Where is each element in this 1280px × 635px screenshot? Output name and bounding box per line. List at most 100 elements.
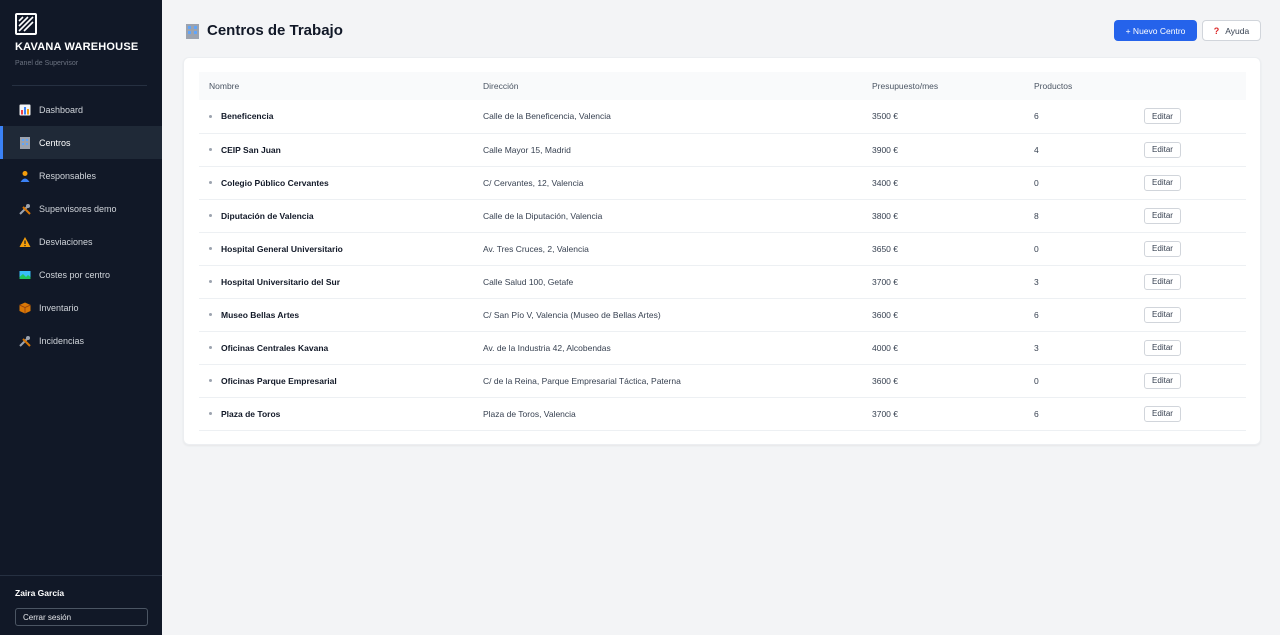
center-name: Oficinas Centrales Kavana <box>221 342 329 353</box>
center-actions-cell: Editar <box>1144 364 1246 397</box>
sidebar-item-centros[interactable]: Centros <box>0 126 162 159</box>
office-building-icon <box>18 136 31 149</box>
center-name-cell: Hospital Universitario del Sur <box>199 265 483 298</box>
center-name-wrap: Hospital Universitario del Sur <box>209 277 483 287</box>
center-name-cell: Plaza de Toros <box>199 397 483 430</box>
center-products: 8 <box>1034 210 1039 221</box>
table-row: Diputación de Valencia Calle de la Diputa… <box>199 199 1246 232</box>
center-name-cell: CEIP San Juan <box>199 133 483 166</box>
edit-center-button[interactable]: Editar <box>1144 339 1181 356</box>
sidebar-item-label: Dashboard <box>39 104 84 115</box>
sidebar-item-label: Inventario <box>39 302 79 313</box>
map-icon <box>18 268 31 281</box>
page-title: Centros de Trabajo <box>207 22 343 39</box>
edit-center-button[interactable]: Editar <box>1144 306 1181 323</box>
center-name-wrap: Plaza de Toros <box>209 409 483 419</box>
edit-center-button[interactable]: Editar <box>1144 405 1181 422</box>
center-actions-cell: Editar <box>1144 199 1246 232</box>
sidebar-item-desviaciones[interactable]: Desviaciones <box>0 225 162 258</box>
center-name: Oficinas Parque Empresarial <box>221 375 337 386</box>
center-name-cell: Diputación de Valencia <box>199 199 483 232</box>
bullet-icon <box>209 181 212 184</box>
sidebar: KAVANA WAREHOUSE Panel de Supervisor Das… <box>0 0 162 635</box>
bullet-icon <box>209 412 212 415</box>
center-address: C/ Cervantes, 12, Valencia <box>483 177 584 188</box>
edit-center-button[interactable]: Editar <box>1144 141 1181 158</box>
center-products: 6 <box>1034 309 1039 320</box>
bullet-icon <box>209 148 212 151</box>
center-budget: 3900 € <box>872 144 898 155</box>
center-products: 4 <box>1034 144 1039 155</box>
center-address: Av. de la Industria 42, Alcobendas <box>483 342 611 353</box>
bullet-icon <box>209 247 212 250</box>
warning-icon <box>18 235 31 248</box>
sidebar-item-costes-por-centro[interactable]: Costes por centro <box>0 258 162 291</box>
center-actions-cell: Editar <box>1144 166 1246 199</box>
bullet-icon <box>209 280 212 283</box>
sidebar-item-responsables[interactable]: Responsables <box>0 159 162 192</box>
center-address: Plaza de Toros, Valencia <box>483 408 576 419</box>
center-name-wrap: Colegio Público Cervantes <box>209 178 483 188</box>
table-header-row: Nombre Dirección Presupuesto/mes Product… <box>199 72 1246 100</box>
center-name-cell: Oficinas Parque Empresarial <box>199 364 483 397</box>
edit-center-button[interactable]: Editar <box>1144 372 1181 389</box>
center-products: 6 <box>1034 408 1039 419</box>
center-budget: 3500 € <box>872 111 898 122</box>
sidebar-item-label: Supervisores demo <box>39 203 117 214</box>
sidebar-item-incidencias[interactable]: Incidencias <box>0 324 162 357</box>
help-button-label: Ayuda <box>1225 25 1250 36</box>
question-mark-icon: ? <box>1213 25 1220 36</box>
center-budget: 3700 € <box>872 408 898 419</box>
edit-center-button[interactable]: Editar <box>1144 108 1181 125</box>
table-row: Beneficencia Calle de la Beneficencia, Va… <box>199 100 1246 133</box>
tools-icon <box>18 202 31 215</box>
sidebar-footer-divider <box>0 575 162 576</box>
center-address: Calle de la Diputación, Valencia <box>483 210 603 221</box>
edit-center-button[interactable]: Editar <box>1144 240 1181 257</box>
sidebar-item-inventario[interactable]: Inventario <box>0 291 162 324</box>
bar-chart-icon <box>18 103 31 116</box>
center-address: C/ San Pío V, Valencia (Museo de Bellas … <box>483 309 661 320</box>
center-address: Calle de la Beneficencia, Valencia <box>483 111 611 122</box>
table-row: Colegio Público Cervantes C/ Cervantes, 1… <box>199 166 1246 199</box>
center-name-wrap: CEIP San Juan <box>209 145 483 155</box>
logout-button[interactable]: Cerrar sesión <box>15 608 148 626</box>
center-name-cell: Colegio Público Cervantes <box>199 166 483 199</box>
center-budget: 3700 € <box>872 276 898 287</box>
table-row: Oficinas Parque Empresarial C/ de la Rein… <box>199 364 1246 397</box>
user-name: Zaira García <box>15 588 65 598</box>
center-budget: 3400 € <box>872 177 898 188</box>
center-actions-cell: Editar <box>1144 331 1246 364</box>
center-budget: 3600 € <box>872 375 898 386</box>
edit-center-button[interactable]: Editar <box>1144 207 1181 224</box>
center-actions-cell: Editar <box>1144 298 1246 331</box>
center-name-wrap: Oficinas Parque Empresarial <box>209 376 483 386</box>
sidebar-item-dashboard[interactable]: Dashboard <box>0 93 162 126</box>
sidebar-item-label: Incidencias <box>39 335 85 346</box>
center-products: 0 <box>1034 375 1039 386</box>
bullet-icon <box>209 114 212 118</box>
new-center-button[interactable]: + Nuevo Centro <box>1114 20 1197 41</box>
column-header-name: Nombre <box>209 81 240 91</box>
center-actions-cell: Editar <box>1144 100 1246 133</box>
table-row: Hospital General Universitario Av. Tres C… <box>199 232 1246 265</box>
center-actions-cell: Editar <box>1144 133 1246 166</box>
center-name-wrap: Museo Bellas Artes <box>209 310 483 320</box>
center-address: Calle Salud 100, Getafe <box>483 276 574 287</box>
center-name: Hospital General Universitario <box>221 243 343 254</box>
center-budget: 3600 € <box>872 309 898 320</box>
center-products: 0 <box>1034 243 1039 254</box>
column-header-budget: Presupuesto/mes <box>872 81 939 91</box>
center-name: Colegio Público Cervantes <box>221 177 329 188</box>
sidebar-nav: Dashboard Centros Responsables Superviso… <box>0 93 162 357</box>
sidebar-item-supervisores-demo[interactable]: Supervisores demo <box>0 192 162 225</box>
edit-center-button[interactable]: Editar <box>1144 174 1181 191</box>
center-actions-cell: Editar <box>1144 265 1246 298</box>
center-actions-cell: Editar <box>1144 232 1246 265</box>
edit-center-button[interactable]: Editar <box>1144 273 1181 290</box>
bullet-icon <box>209 379 212 382</box>
center-name-cell: Hospital General Universitario <box>199 232 483 265</box>
help-button[interactable]: ? Ayuda <box>1202 20 1261 41</box>
center-products: 6 <box>1034 111 1039 122</box>
brand-subtitle: Panel de Supervisor <box>15 60 79 67</box>
